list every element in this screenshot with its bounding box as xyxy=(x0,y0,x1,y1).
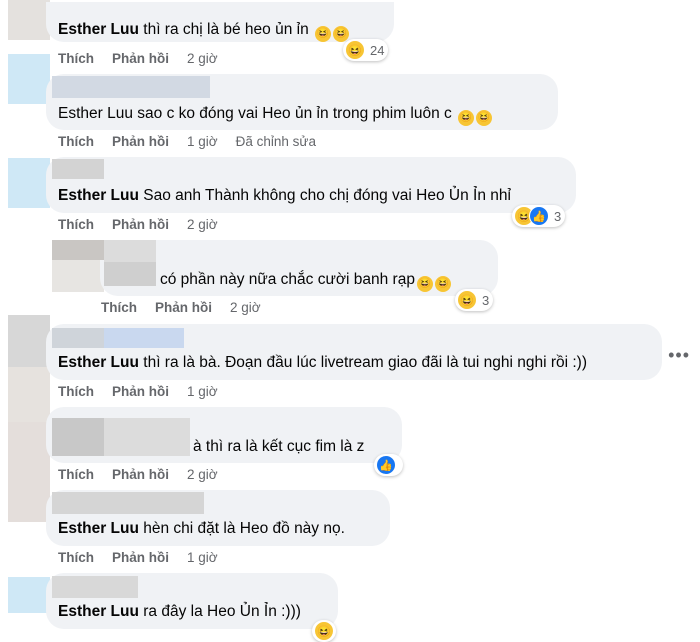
reaction-count: 3 xyxy=(482,292,490,308)
name-redacted xyxy=(52,76,210,98)
comment-text: Esther Luu thì ra chị là bé heo ủn ỉn 😆 😆 xyxy=(58,20,350,42)
comment-body: thì ra chị là bé heo ủn ỉn xyxy=(143,21,309,38)
comment-actions: Thích Phản hồi 1 giờ xyxy=(58,384,236,399)
comment-actions: Thích Phản hồi 1 giờ xyxy=(58,550,236,565)
comment-actions: Thích Phản hồi 2 giờ xyxy=(58,51,236,66)
reply-button[interactable]: Phản hồi xyxy=(155,300,212,315)
comment-actions: Thích Phản hồi 2 giờ xyxy=(101,300,279,315)
reply-button[interactable]: Phản hồi xyxy=(112,134,169,149)
reply-button[interactable]: Phản hồi xyxy=(112,550,169,565)
timestamp[interactable]: 1 giờ xyxy=(187,550,218,565)
name-redacted xyxy=(52,492,204,514)
avatar-redacted xyxy=(8,315,50,367)
like-reaction-icon: 👍 xyxy=(529,206,549,226)
haha-emoji-icon: 😆 xyxy=(457,290,477,310)
like-button[interactable]: Thích xyxy=(58,217,94,232)
name-redacted xyxy=(52,328,104,348)
reply-button[interactable]: Phản hồi xyxy=(112,217,169,232)
comment-text: Esther Luu thì ra là bà. Đoạn đầu lúc li… xyxy=(58,353,587,373)
comment-text: à thì ra là kết cục fim là z xyxy=(193,437,364,457)
comment-text: Esther Luu Sao anh Thành không cho chị đ… xyxy=(58,186,511,206)
reaction-count: 24 xyxy=(370,42,385,58)
name-redacted xyxy=(104,418,190,456)
reply-button[interactable]: Phản hồi xyxy=(112,384,169,399)
avatar-redacted xyxy=(8,577,50,613)
comment-body: Sao anh Thành không cho chị đóng vai Heo… xyxy=(143,187,511,204)
reaction-summary[interactable]: 😆 3 xyxy=(455,289,494,311)
like-button[interactable]: Thích xyxy=(58,134,94,149)
name-redacted xyxy=(52,240,104,260)
like-reaction-icon: 👍 xyxy=(376,455,396,475)
haha-emoji-icon: 😆 xyxy=(434,276,451,292)
comment-body: có phần này nữa chắc cười banh rạp xyxy=(160,271,415,288)
haha-emoji-icon: 😆 xyxy=(476,110,493,126)
name-redacted xyxy=(52,418,104,456)
reaction-summary[interactable]: 👍 xyxy=(374,454,403,476)
comment-body: hèn chi đặt là Heo đồ này nọ. xyxy=(143,520,345,537)
edited-label: Đã chỉnh sửa xyxy=(235,134,316,149)
haha-emoji-icon: 😆 xyxy=(315,26,332,42)
like-button[interactable]: Thích xyxy=(58,384,94,399)
reply-button[interactable]: Phản hồi xyxy=(112,467,169,482)
commenter-name[interactable]: Esther Luu xyxy=(58,354,139,371)
avatar-redacted xyxy=(8,367,50,422)
comment-actions: Thích Phản hồi 2 giờ xyxy=(58,217,236,232)
timestamp[interactable]: 1 giờ xyxy=(187,134,218,149)
comment-body[interactable]: Esther Luu xyxy=(58,105,133,122)
commenter-name[interactable]: Esther Luu xyxy=(58,187,139,204)
timestamp[interactable]: 2 giờ xyxy=(187,217,218,232)
timestamp[interactable]: 2 giờ xyxy=(187,467,218,482)
comment-text: Esther Luu sao c ko đóng vai Heo ủn ỉn t… xyxy=(58,104,493,126)
reaction-summary[interactable]: 😆 xyxy=(312,620,336,642)
haha-emoji-icon: 😆 xyxy=(314,621,334,641)
comment-text: Esther Luu ra đây la Heo Ủn Ỉn :))) xyxy=(58,602,301,622)
comment-text: Esther Luu hèn chi đặt là Heo đồ này nọ. xyxy=(58,519,345,539)
reaction-summary[interactable]: 😆 👍 3 xyxy=(512,205,566,227)
haha-emoji-icon: 😆 xyxy=(458,110,475,126)
avatar-redacted xyxy=(8,158,50,208)
avatar-redacted xyxy=(8,54,50,104)
name-redacted xyxy=(104,328,184,348)
reaction-summary[interactable]: 😆 24 xyxy=(343,39,389,61)
commenter-name[interactable]: Esther Luu xyxy=(58,520,139,537)
avatar-redacted xyxy=(8,0,50,40)
like-button[interactable]: Thích xyxy=(58,550,94,565)
timestamp[interactable]: 2 giờ xyxy=(230,300,261,315)
comment-body: à thì ra là kết cục fim là z xyxy=(193,438,365,455)
comment-actions: Thích Phản hồi 2 giờ xyxy=(58,467,236,482)
more-options-icon[interactable]: ••• xyxy=(668,345,690,366)
comment-text: có phần này nữa chắc cười banh rạp 😆 😆 xyxy=(160,270,451,292)
name-redacted xyxy=(52,159,104,179)
timestamp[interactable]: 2 giờ xyxy=(187,51,218,66)
reaction-count: 3 xyxy=(554,208,562,224)
like-button[interactable]: Thích xyxy=(58,51,94,66)
avatar-redacted xyxy=(8,422,50,522)
comment-body: sao c ko đóng vai Heo ủn ỉn trong phim l… xyxy=(137,105,452,122)
comment-body: thì ra là bà. Đoạn đầu lúc livetream gia… xyxy=(143,354,587,371)
reply-button[interactable]: Phản hồi xyxy=(112,51,169,66)
like-button[interactable]: Thích xyxy=(58,467,94,482)
timestamp[interactable]: 1 giờ xyxy=(187,384,218,399)
name-redacted xyxy=(104,262,156,286)
commenter-name[interactable]: Esther Luu xyxy=(58,603,139,620)
name-redacted xyxy=(104,240,156,262)
haha-emoji-icon: 😆 xyxy=(416,276,433,292)
comment-body: ra đây la Heo Ủn Ỉn :))) xyxy=(143,603,301,620)
like-button[interactable]: Thích xyxy=(101,300,137,315)
name-redacted xyxy=(52,576,138,598)
haha-emoji-icon: 😆 xyxy=(333,26,350,42)
commenter-name[interactable]: Esther Luu xyxy=(58,21,139,38)
haha-emoji-icon: 😆 xyxy=(345,40,365,60)
comment-actions: Thích Phản hồi 1 giờ Đã chỉnh sửa xyxy=(58,134,334,149)
